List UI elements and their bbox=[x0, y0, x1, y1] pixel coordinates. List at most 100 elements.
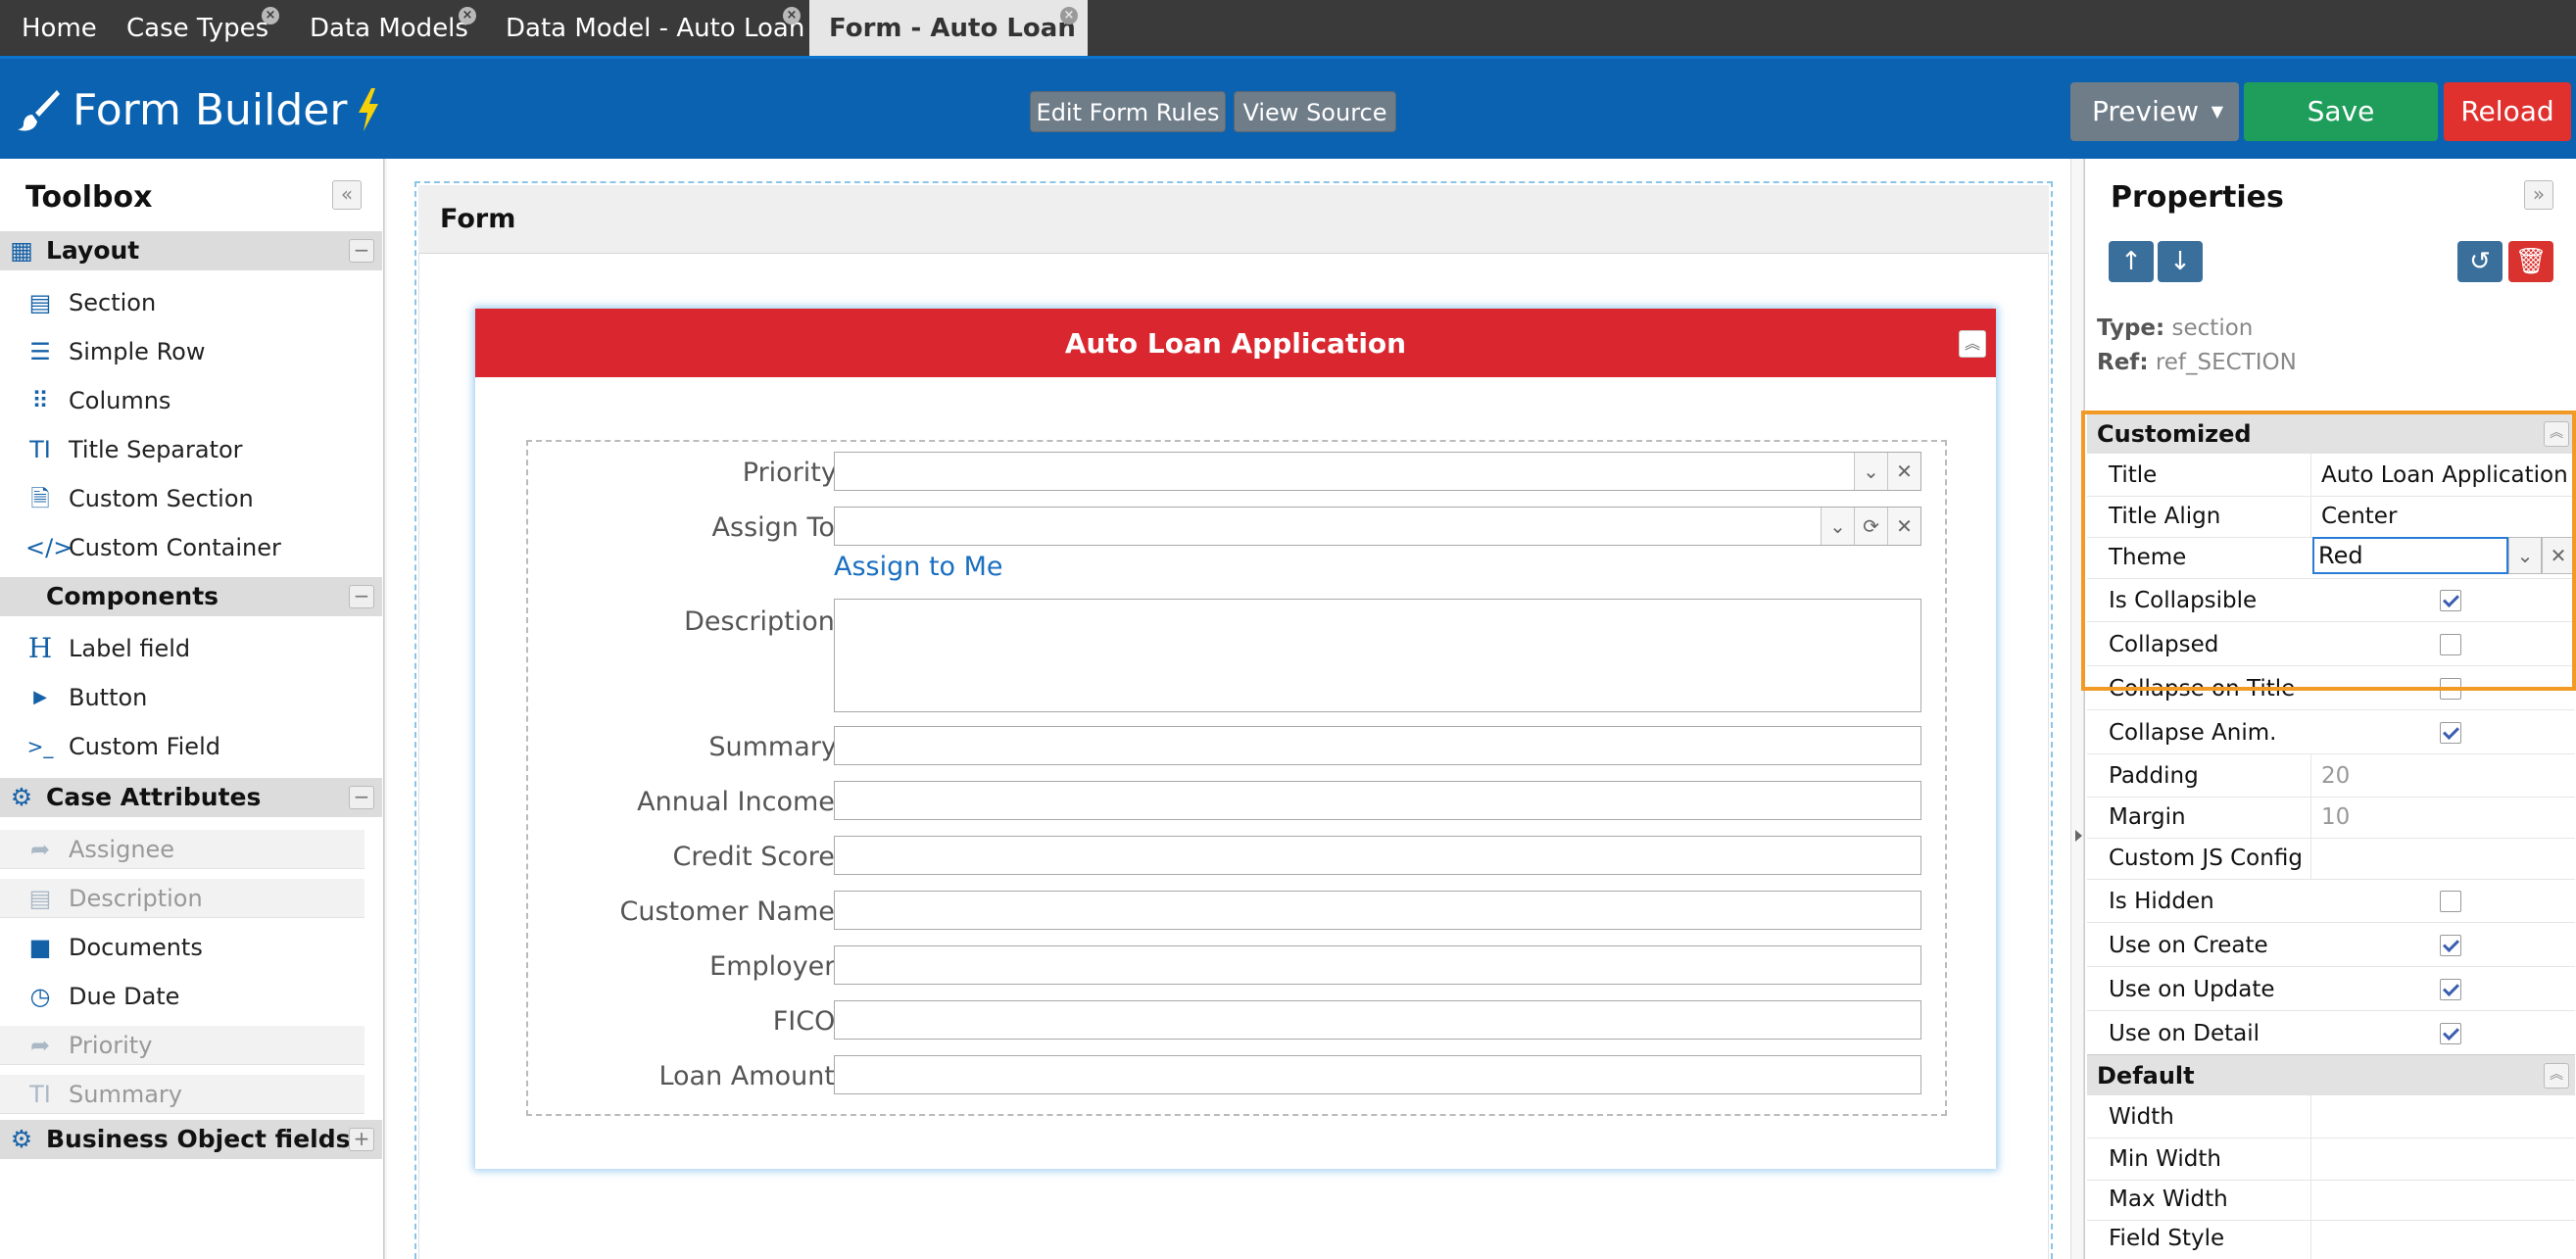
prop-name: Field Style bbox=[2109, 1226, 2225, 1251]
description-textarea[interactable] bbox=[834, 599, 1921, 712]
right-splitter[interactable] bbox=[2070, 159, 2084, 1259]
edit-form-rules-button[interactable]: Edit Form Rules bbox=[1030, 91, 1226, 132]
close-icon[interactable]: × bbox=[1060, 7, 1078, 24]
section-title: Auto Loan Application ︽ bbox=[475, 309, 1996, 377]
refresh-icon[interactable]: ⟳ bbox=[1854, 508, 1887, 545]
is-hidden-checkbox[interactable] bbox=[2440, 891, 2461, 912]
assign-to-me-link[interactable]: Assign to Me bbox=[834, 552, 1003, 582]
is-collapsible-checkbox[interactable] bbox=[2440, 590, 2461, 611]
summary-input[interactable] bbox=[834, 726, 1921, 765]
undo-icon[interactable]: ↺ bbox=[2457, 241, 2503, 282]
chevron-down-icon[interactable]: ⌄ bbox=[1854, 453, 1887, 490]
trash-icon[interactable]: 🗑 bbox=[2508, 241, 2553, 282]
section-card[interactable]: Auto Loan Application ︽ Priority: ⌄ ✕ As… bbox=[475, 309, 1996, 1169]
close-icon[interactable]: × bbox=[459, 7, 476, 24]
tab-data-models[interactable]: Data Models × bbox=[290, 0, 482, 56]
use-on-update-checkbox[interactable] bbox=[2440, 979, 2461, 1000]
assign-to-select[interactable]: ⌄ ⟳ ✕ bbox=[834, 507, 1921, 546]
group-business-object-fields[interactable]: ⚙ Business Object fields + bbox=[0, 1120, 382, 1159]
toolbox-item-title-separator[interactable]: TI Title Separator bbox=[0, 430, 365, 469]
view-source-button[interactable]: View Source bbox=[1234, 91, 1396, 132]
prop-name: Collapse Anim. bbox=[2109, 720, 2277, 746]
prop-max-width-value[interactable] bbox=[2310, 1178, 2573, 1221]
use-on-create-checkbox[interactable] bbox=[2440, 935, 2461, 956]
fico-input[interactable] bbox=[834, 1000, 1921, 1040]
group-case-attributes[interactable]: ⚙ Case Attributes − bbox=[0, 778, 382, 817]
preview-label: Preview bbox=[2092, 95, 2199, 127]
clear-icon[interactable]: ✕ bbox=[1887, 453, 1920, 490]
use-on-detail-checkbox[interactable] bbox=[2440, 1023, 2461, 1044]
clear-icon[interactable]: ✕ bbox=[1887, 508, 1920, 545]
toolbox-item-documents[interactable]: ■ Documents bbox=[0, 928, 365, 967]
close-icon[interactable]: × bbox=[783, 7, 801, 24]
collapse-up-icon[interactable]: ︽ bbox=[1959, 330, 1986, 358]
prop-padding-value[interactable]: 20 bbox=[2310, 754, 2573, 798]
tab-data-model-auto-loan[interactable]: Data Model - Auto Loan × bbox=[482, 0, 809, 56]
reload-button[interactable]: Reload bbox=[2444, 82, 2571, 141]
theme-select[interactable]: Red bbox=[2312, 537, 2508, 574]
collapse-up-icon[interactable]: ︽ bbox=[2544, 1063, 2569, 1089]
toolbox-item-custom-field[interactable]: >_ Custom Field bbox=[0, 727, 365, 766]
tab-case-types[interactable]: Case Types × bbox=[110, 0, 290, 56]
prop-custom-js-value[interactable] bbox=[2310, 837, 2573, 880]
chevron-down-icon[interactable]: ⌄ bbox=[1821, 508, 1854, 545]
toolbox-item-custom-container[interactable]: </> Custom Container bbox=[0, 528, 365, 567]
employer-input[interactable] bbox=[834, 945, 1921, 985]
caret-right-icon[interactable] bbox=[2075, 830, 2082, 842]
minus-icon[interactable]: − bbox=[349, 239, 374, 263]
toolbox-item-simple-row[interactable]: ☰ Simple Row bbox=[0, 332, 365, 371]
collapsed-checkbox[interactable] bbox=[2440, 634, 2461, 655]
prop-field-style: Field Style bbox=[2087, 1217, 2575, 1259]
collapse-left-icon[interactable]: « bbox=[332, 180, 362, 210]
collapse-up-icon[interactable]: ︽ bbox=[2544, 421, 2569, 447]
prop-collapse-on-title: Collapse on Title bbox=[2087, 667, 2575, 710]
arrow-up-icon[interactable]: ↑ bbox=[2109, 241, 2154, 282]
customer-name-input[interactable] bbox=[834, 891, 1921, 930]
credit-score-input[interactable] bbox=[834, 836, 1921, 875]
collapse-right-icon[interactable]: » bbox=[2524, 180, 2553, 210]
prop-min-width-value[interactable] bbox=[2310, 1138, 2573, 1181]
prop-title-value[interactable]: Auto Loan Application bbox=[2310, 454, 2573, 497]
plus-icon[interactable]: + bbox=[349, 1128, 374, 1151]
toolbox-item-label-field[interactable]: H Label field bbox=[0, 629, 365, 668]
text-height-icon: TI bbox=[29, 1081, 51, 1108]
minus-icon[interactable]: − bbox=[349, 786, 374, 809]
toolbox-item-button[interactable]: ▶ Button bbox=[0, 678, 365, 717]
collapse-on-title-checkbox[interactable] bbox=[2440, 678, 2461, 700]
prop-width-value[interactable] bbox=[2310, 1095, 2573, 1138]
simple-row[interactable]: Priority: ⌄ ✕ Assign To: ⌄ ⟳ ✕ Assign to… bbox=[526, 440, 1947, 1116]
caret-down-icon[interactable]: ▼ bbox=[2211, 82, 2223, 141]
toolbox-item-columns[interactable]: ⠿ Columns bbox=[0, 381, 365, 420]
toolbox-item-section[interactable]: ▤ Section bbox=[0, 283, 365, 322]
prop-title-align-value[interactable]: Center bbox=[2310, 495, 2573, 538]
loan-amount-input[interactable] bbox=[834, 1055, 1921, 1094]
prop-field-style-value[interactable] bbox=[2310, 1217, 2573, 1259]
minus-icon[interactable]: − bbox=[349, 585, 374, 608]
arrow-down-icon[interactable]: ↓ bbox=[2158, 241, 2203, 282]
toolbox-item-due-date[interactable]: ◷ Due Date bbox=[0, 977, 365, 1016]
prop-name: Use on Detail bbox=[2109, 1021, 2260, 1046]
group-components[interactable]: Components − bbox=[0, 577, 382, 616]
toolbox-item-custom-section[interactable]: 🗎 Custom Section bbox=[0, 479, 365, 518]
properties-group-default[interactable]: Default ︽ bbox=[2087, 1054, 2575, 1095]
save-button[interactable]: Save bbox=[2244, 82, 2438, 141]
form-section[interactable]: Auto Loan Application ︽ Priority: ⌄ ✕ As… bbox=[475, 309, 1996, 1241]
annual-income-input[interactable] bbox=[834, 781, 1921, 820]
properties-group-customized[interactable]: Customized ︽ bbox=[2087, 412, 2575, 454]
clear-icon[interactable]: ✕ bbox=[2542, 537, 2575, 574]
priority-select[interactable]: ⌄ ✕ bbox=[834, 452, 1921, 491]
prop-name: Min Width bbox=[2109, 1146, 2221, 1172]
collapse-anim-checkbox[interactable] bbox=[2440, 722, 2461, 744]
preview-button[interactable]: Preview ▼ bbox=[2070, 82, 2239, 141]
tab-home[interactable]: Home bbox=[0, 0, 110, 56]
ref-meta: Ref: ref_SECTION bbox=[2097, 350, 2297, 375]
tab-form-auto-loan[interactable]: Form - Auto Loan × bbox=[809, 0, 1088, 56]
form-canvas: Form Auto Loan Application ︽ Priority: ⌄… bbox=[387, 159, 2082, 1259]
prop-collapsed: Collapsed bbox=[2087, 623, 2575, 666]
prop-margin-value[interactable]: 10 bbox=[2310, 796, 2573, 839]
group-layout[interactable]: ▦ Layout − bbox=[0, 231, 382, 270]
caret-right-icon: ▶ bbox=[33, 687, 47, 707]
folder-icon: ■ bbox=[28, 934, 52, 961]
chevron-down-icon[interactable]: ⌄ bbox=[2508, 537, 2542, 574]
close-icon[interactable]: × bbox=[262, 7, 279, 24]
